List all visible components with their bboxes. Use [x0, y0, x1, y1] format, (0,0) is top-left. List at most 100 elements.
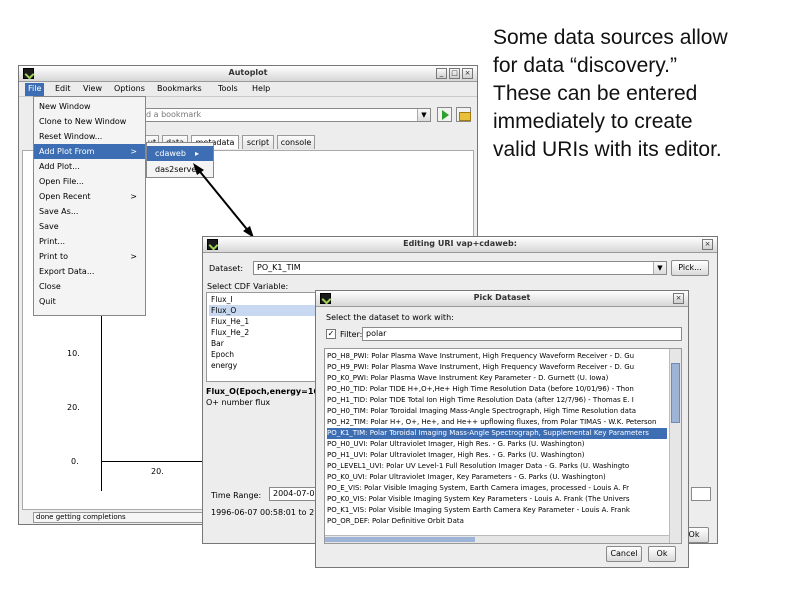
folder-icon[interactable] [456, 107, 471, 122]
scroll-thumb[interactable] [325, 537, 475, 542]
y-tick-label: 20. [67, 403, 80, 412]
menu-item-print-to[interactable]: Print to > [34, 249, 145, 264]
dataset-list-item[interactable]: PO_OR_DEF: Polar Definitive Orbit Data [327, 516, 667, 527]
scroll-thumb[interactable] [671, 363, 680, 423]
menu-edit[interactable]: Edit [55, 84, 71, 93]
minimize-icon[interactable]: _ [436, 68, 447, 79]
menu-item-print[interactable]: Print... [34, 234, 145, 249]
variable-description-title: Flux_O(Epoch,energy=16 [206, 387, 319, 396]
dataset-list-item[interactable]: PO_H1_UVI: Polar Ultraviolet Imager, Hig… [327, 450, 667, 461]
cursor-icon: ▸ [194, 149, 199, 158]
caption-line: These can be entered [493, 82, 698, 105]
menu-item-clone-window[interactable]: Clone to New Window [34, 114, 145, 129]
cdf-variable-list[interactable]: Flux_I Flux_O Flux_He_1 Flux_He_2 Bar Ep… [206, 292, 320, 382]
pick-dialog-title: Pick Dataset [473, 293, 531, 302]
dataset-list-item[interactable]: PO_H8_PWI: Polar Plasma Wave Instrument,… [327, 351, 667, 362]
menubar: File Edit View Options Bookmarks Tools H… [19, 82, 477, 97]
menu-item-quit[interactable]: Quit [34, 294, 145, 309]
filter-input[interactable]: polar [362, 327, 682, 341]
menu-item-new-window[interactable]: New Window [34, 99, 145, 114]
menu-item-save[interactable]: Save [34, 219, 145, 234]
time-range-text: 1996-06-07 00:58:01 to 2 [211, 508, 315, 517]
cancel-button[interactable]: Cancel [606, 546, 642, 562]
menu-tools[interactable]: Tools [218, 84, 238, 93]
dataset-list-item[interactable]: PO_H0_TID: Polar TIDE H+,O+,He+ High Tim… [327, 384, 667, 395]
close-icon[interactable]: × [462, 68, 473, 79]
menu-item-add-plot-from[interactable]: Add Plot From > [34, 144, 145, 159]
window-title: Autoplot [228, 68, 268, 77]
menu-item-close[interactable]: Close [34, 279, 145, 294]
file-menu: New Window Clone to New Window Reset Win… [33, 96, 146, 316]
menu-options[interactable]: Options [114, 84, 145, 93]
horizontal-scrollbar[interactable] [325, 535, 669, 543]
menu-item-save-as[interactable]: Save As... [34, 204, 145, 219]
pick-dialog-titlebar[interactable]: Pick Dataset × [316, 291, 688, 307]
add-plot-from-submenu: cdaweb ▸ das2server [146, 142, 214, 178]
uri-address-input[interactable]: d a bookmark ▼ [139, 108, 431, 122]
menu-item-export-data[interactable]: Export Data... [34, 264, 145, 279]
y-tick-label: 0. [71, 457, 79, 466]
menu-item-add-plot[interactable]: Add Plot... [34, 159, 145, 174]
dataset-list-item[interactable]: PO_H2_TIM: Polar H+, O+, He+, and He++ u… [327, 417, 667, 428]
submenu-arrow-icon: > [130, 252, 137, 261]
dataset-list-item[interactable]: PO_K1_TIM: Polar Toroidal Imaging Mass-A… [327, 428, 667, 439]
pick-dataset-dialog: Pick Dataset × Select the dataset to wor… [315, 290, 689, 568]
dataset-list-item[interactable]: PO_H9_PWI: Polar Plasma Wave Instrument,… [327, 362, 667, 373]
menu-item-reset-window[interactable]: Reset Window... [34, 129, 145, 144]
caption-line: for data “discovery.” [493, 54, 678, 77]
list-item[interactable]: Flux_O [209, 305, 317, 316]
dataset-combo[interactable]: PO_K1_TIM ▼ [253, 261, 667, 275]
dataset-list-item[interactable]: PO_K0_UVI: Polar Ultraviolet Imager, Key… [327, 472, 667, 483]
variable-description-text: O+ number flux [206, 398, 271, 407]
dataset-list-item[interactable]: PO_K0_PWI: Polar Plasma Wave Instrument … [327, 373, 667, 384]
submenu-arrow-icon: > [130, 192, 137, 201]
maximize-icon[interactable]: □ [449, 68, 460, 79]
caption-line: Some data sources allow [493, 26, 728, 49]
cdf-variable-label: Select CDF Variable: [207, 282, 289, 291]
dataset-list-item[interactable]: PO_H1_TID: Polar TIDE Total Ion High Tim… [327, 395, 667, 406]
menu-bookmarks[interactable]: Bookmarks [157, 84, 202, 93]
list-item[interactable]: Epoch [209, 349, 317, 360]
autoplot-titlebar[interactable]: Autoplot _ □ × [19, 66, 477, 82]
dataset-list-item[interactable]: PO_LEVEL1_UVI: Polar UV Level-1 Full Res… [327, 461, 667, 472]
tab-console[interactable]: console [277, 135, 315, 149]
list-item[interactable]: Flux_He_1 [209, 316, 317, 327]
submenu-item-cdaweb[interactable]: cdaweb ▸ [147, 146, 213, 161]
dataset-list-item[interactable]: PO_K1_VIS: Polar Visible Imaging System … [327, 505, 667, 516]
dataset-list-item[interactable]: PO_E_VIS: Polar Visible Imaging System, … [327, 483, 667, 494]
menu-item-open-file[interactable]: Open File... [34, 174, 145, 189]
dataset-list-item[interactable]: PO_K0_VIS: Polar Visible Imaging System … [327, 494, 667, 505]
list-item[interactable]: Bar [209, 338, 317, 349]
submenu-arrow-icon: > [130, 147, 137, 156]
dataset-list[interactable]: PO_H8_PWI: Polar Plasma Wave Instrument,… [324, 348, 682, 544]
list-item[interactable]: energy [209, 360, 317, 371]
menu-file[interactable]: File [25, 83, 45, 96]
list-item[interactable]: Flux_He_2 [209, 327, 317, 338]
menu-item-open-recent[interactable]: Open Recent > [34, 189, 145, 204]
pick-ok-button[interactable]: Ok [648, 546, 676, 562]
menu-help[interactable]: Help [252, 84, 270, 93]
chevron-down-icon[interactable]: ▼ [417, 109, 430, 121]
dataset-label: Dataset: [209, 264, 244, 273]
close-icon[interactable]: × [702, 239, 713, 250]
dataset-list-item[interactable]: PO_H0_UVI: Polar Ultraviolet Imager, Hig… [327, 439, 667, 450]
edit-dialog-titlebar[interactable]: Editing URI vap+cdaweb: × [203, 237, 717, 253]
list-item[interactable]: Flux_I [209, 294, 317, 305]
time-range-value: 2004-07-0 [273, 489, 315, 498]
address-placeholder: d a bookmark [146, 110, 202, 119]
chevron-down-icon[interactable]: ▼ [653, 262, 666, 274]
tab-script[interactable]: script [242, 135, 274, 149]
time-range-extra-input[interactable] [691, 487, 711, 501]
filter-checkbox[interactable]: ✓ [326, 329, 336, 339]
submenu-item-das2server[interactable]: das2server [147, 162, 213, 177]
x-tick-label: 20. [151, 467, 164, 476]
menu-view[interactable]: View [83, 84, 102, 93]
pick-button[interactable]: Pick... [671, 260, 709, 276]
filter-label: Filter: [340, 330, 363, 339]
play-icon[interactable] [437, 107, 452, 122]
edit-dialog-title: Editing URI vap+cdaweb: [403, 239, 517, 248]
pick-instructions: Select the dataset to work with: [326, 313, 454, 322]
close-icon[interactable]: × [673, 293, 684, 304]
vertical-scrollbar[interactable] [669, 349, 681, 543]
dataset-list-item[interactable]: PO_H0_TIM: Polar Toroidal Imaging Mass-A… [327, 406, 667, 417]
